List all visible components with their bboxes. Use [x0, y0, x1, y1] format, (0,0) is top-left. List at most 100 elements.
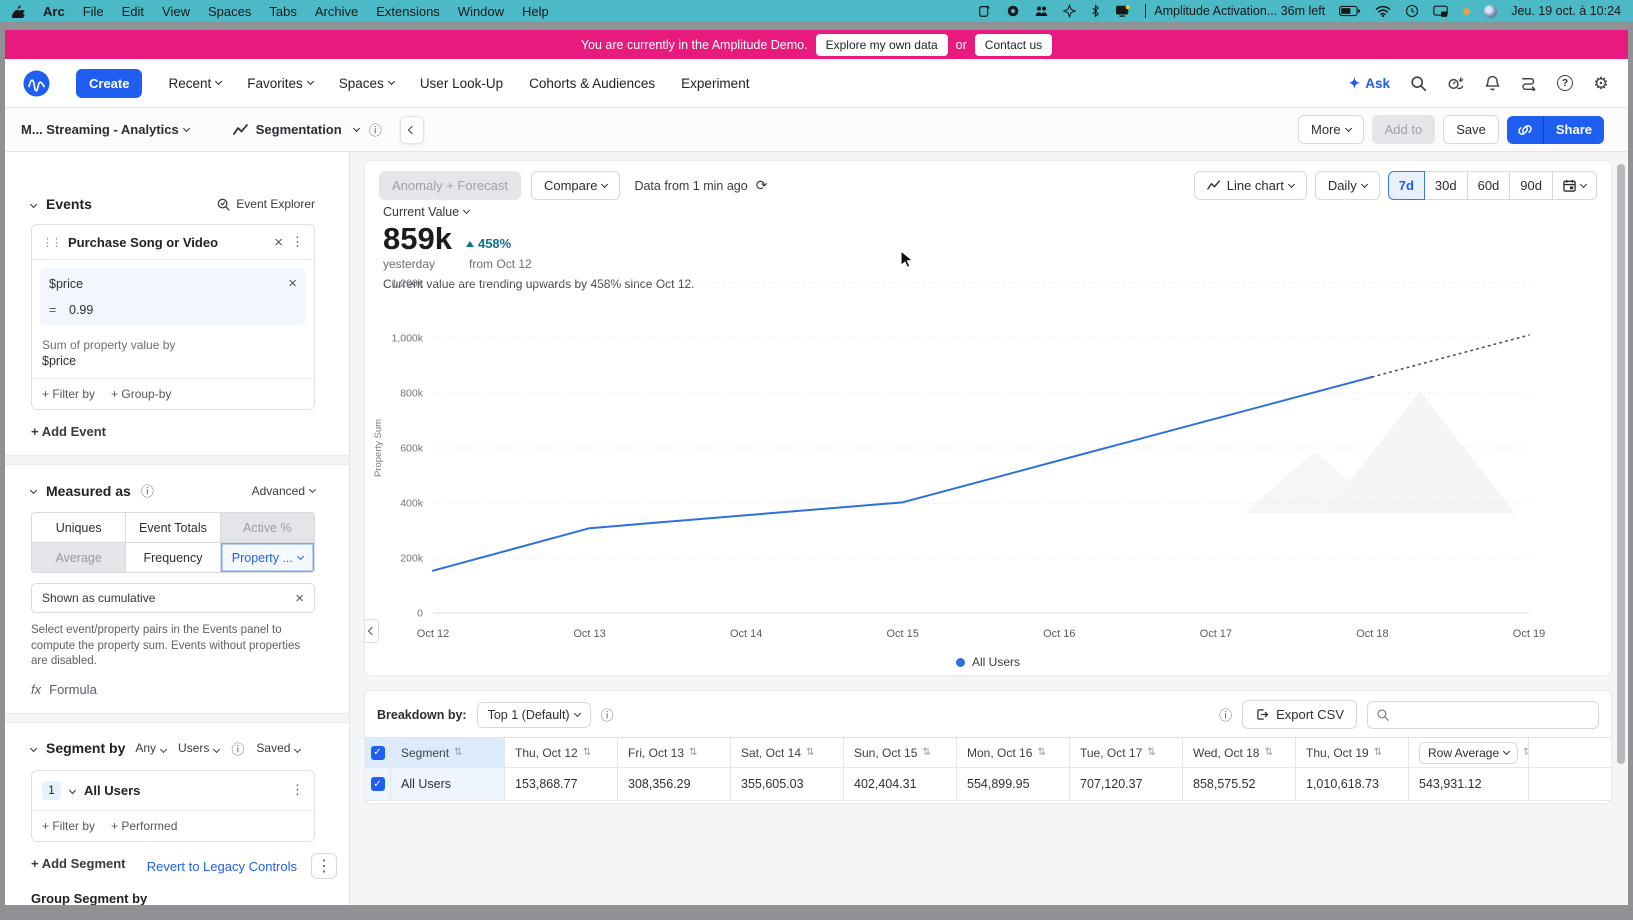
notifications-bell-icon[interactable]: [1483, 74, 1501, 92]
menubar-item-file[interactable]: File: [83, 4, 104, 19]
menubar-item-help[interactable]: Help: [522, 4, 549, 19]
nav-item-user-lookup[interactable]: User Look-Up: [420, 76, 503, 91]
share-button[interactable]: Share: [1544, 116, 1604, 144]
menubar-item-tabs[interactable]: Tabs: [269, 4, 296, 19]
event-explorer-link[interactable]: Event Explorer: [217, 197, 315, 211]
sort-icon[interactable]: ⇅: [922, 747, 930, 758]
nav-item-spaces[interactable]: Spaces: [339, 76, 394, 91]
row-average-dropdown[interactable]: Row Average: [1419, 742, 1518, 764]
sort-icon[interactable]: ⇅: [689, 747, 697, 758]
metric-selector[interactable]: Current Value: [383, 205, 695, 219]
wifi-icon[interactable]: [1375, 5, 1391, 17]
workspace-breadcrumb[interactable]: M... Streaming - Analytics: [21, 122, 189, 137]
col-header-oct18[interactable]: Wed, Oct 18: [1193, 746, 1259, 760]
chevron-down-icon[interactable]: [69, 787, 76, 794]
save-button[interactable]: Save: [1443, 115, 1499, 144]
anomaly-forecast-button[interactable]: Anomaly + Forecast: [379, 171, 521, 200]
contact-us-button[interactable]: Contact us: [975, 34, 1052, 56]
display-status-icon[interactable]: [1115, 4, 1131, 18]
refresh-icon[interactable]: ⟳: [756, 177, 768, 194]
nav-item-cohorts-audiences[interactable]: Cohorts & Audiences: [529, 76, 655, 91]
table-search-input[interactable]: [1396, 708, 1590, 722]
col-header-oct19[interactable]: Thu, Oct 19: [1306, 746, 1369, 760]
col-header-oct14[interactable]: Sat, Oct 14: [741, 746, 801, 760]
clock-icon[interactable]: [1405, 4, 1419, 18]
segment-cell[interactable]: All Users: [401, 777, 451, 791]
col-header-oct12[interactable]: Thu, Oct 12: [515, 746, 578, 760]
spotlight-status-icon[interactable]: [1063, 4, 1076, 18]
sort-icon[interactable]: ⇅: [1374, 747, 1382, 758]
segment-users-dropdown[interactable]: Users: [178, 741, 219, 755]
col-header-oct13[interactable]: Fri, Oct 13: [628, 746, 684, 760]
measure-average[interactable]: Average: [32, 543, 125, 572]
segment-name[interactable]: All Users: [84, 783, 282, 798]
sidebar-footer-kebab[interactable]: ⋮: [311, 853, 337, 879]
sort-icon[interactable]: ⇅: [1037, 747, 1045, 758]
segment-add-filter-link[interactable]: + Filter by: [42, 819, 95, 833]
col-header-oct17[interactable]: Tue, Oct 17: [1080, 746, 1142, 760]
info-icon[interactable]: ⓘ: [141, 481, 154, 500]
explore-data-button[interactable]: Explore my own data: [816, 34, 948, 56]
range-60d-button[interactable]: 60d: [1467, 171, 1511, 200]
filter-property-name[interactable]: $price: [49, 277, 83, 291]
expand-panel-button[interactable]: [364, 619, 379, 643]
journeys-icon[interactable]: [1520, 74, 1538, 92]
menubar-clock[interactable]: Jeu. 19 oct. à 10:24: [1511, 4, 1621, 18]
advanced-dropdown[interactable]: Advanced: [252, 484, 315, 498]
menubar-item-archive[interactable]: Archive: [315, 4, 358, 19]
select-all-checkbox[interactable]: ✓: [371, 746, 385, 760]
col-header-segment[interactable]: Segment: [401, 746, 449, 760]
measure-active-pct[interactable]: Active %: [221, 513, 314, 542]
nav-item-favorites[interactable]: Favorites: [247, 76, 313, 91]
ask-ai-button[interactable]: ✦Ask: [1349, 75, 1391, 92]
chart-type-button[interactable]: Line chart: [1194, 171, 1307, 200]
col-header-oct15[interactable]: Sun, Oct 15: [854, 746, 917, 760]
filter-operator[interactable]: =: [49, 303, 69, 317]
siri-icon[interactable]: [1484, 5, 1497, 18]
add-event-button[interactable]: + Add Event: [31, 424, 315, 439]
add-filter-link[interactable]: + Filter by: [42, 387, 95, 401]
menubar-item-extensions[interactable]: Extensions: [376, 4, 440, 19]
remove-cumulative-button[interactable]: ×: [295, 591, 304, 606]
info-icon[interactable]: ⓘ: [369, 120, 382, 139]
event-name[interactable]: Purchase Song or Video: [68, 235, 266, 250]
record-status-icon[interactable]: [1006, 4, 1020, 18]
apple-menu-icon[interactable]: [12, 4, 25, 18]
range-30d-button[interactable]: 30d: [1424, 171, 1468, 200]
revert-legacy-link[interactable]: Revert to Legacy Controls: [147, 859, 297, 874]
sort-icon[interactable]: ⇅: [454, 747, 462, 758]
col-header-oct16[interactable]: Mon, Oct 16: [967, 746, 1032, 760]
event-options-kebab[interactable]: ⋮: [291, 234, 304, 250]
focus-timer-status[interactable]: Amplitude Activation... 36m left: [1145, 4, 1325, 18]
screen-mirroring-icon[interactable]: [1433, 5, 1449, 18]
collapse-measured-chevron[interactable]: [30, 487, 37, 494]
search-icon[interactable]: [1409, 74, 1427, 92]
remove-event-button[interactable]: ×: [274, 235, 283, 250]
formula-button[interactable]: fx Formula: [31, 682, 315, 697]
sort-icon[interactable]: ⇅: [1264, 747, 1272, 758]
measure-uniques[interactable]: Uniques: [32, 513, 125, 542]
people-status-icon[interactable]: [1034, 4, 1049, 18]
info-icon[interactable]: ⓘ: [1219, 705, 1232, 724]
create-button[interactable]: Create: [76, 69, 142, 98]
segment-saved-dropdown[interactable]: Saved: [256, 741, 300, 755]
add-groupby-link[interactable]: + Group-by: [111, 387, 171, 401]
export-csv-button[interactable]: Export CSV: [1242, 700, 1357, 729]
copy-link-button[interactable]: [1507, 116, 1544, 144]
help-icon[interactable]: ?: [1557, 75, 1573, 91]
segment-options-kebab[interactable]: ⋮: [291, 782, 304, 798]
sort-icon[interactable]: ⇅: [583, 747, 591, 758]
granularity-button[interactable]: Daily: [1315, 171, 1380, 200]
pencil-status-icon[interactable]: [978, 4, 992, 18]
menubar-item-window[interactable]: Window: [458, 4, 504, 19]
collapse-sidebar-button[interactable]: [400, 116, 424, 144]
sort-icon[interactable]: ⇅: [1147, 747, 1155, 758]
range-7d-button[interactable]: 7d: [1388, 171, 1425, 200]
range-90d-button[interactable]: 90d: [1509, 171, 1553, 200]
chart-legend[interactable]: All Users: [365, 655, 1611, 669]
chart-view-selector[interactable]: Segmentation: [233, 122, 359, 137]
segment-performed-link[interactable]: + Performed: [111, 819, 177, 833]
sum-property-name[interactable]: $price: [32, 354, 314, 378]
remove-filter-button[interactable]: ×: [288, 276, 297, 291]
amplitude-logo[interactable]: [23, 70, 50, 97]
